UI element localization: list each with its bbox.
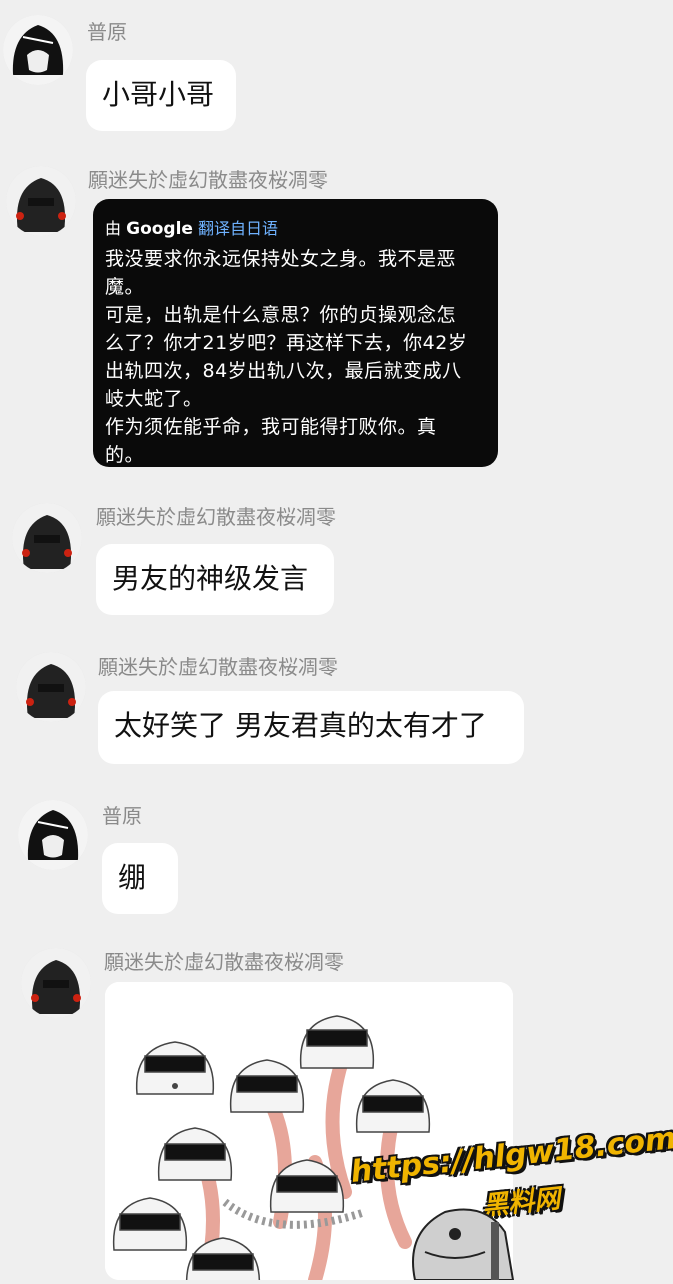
- message-bubble[interactable]: 小哥小哥: [86, 60, 236, 131]
- translation-line: 岐大蛇了。: [105, 388, 203, 410]
- message-bubble[interactable]: 绷: [102, 843, 178, 914]
- translation-text: 我没要求你永远保持处女之身。我不是恶 魔。 可是，出轨是什么意思？你的贞操观念怎…: [105, 245, 484, 469]
- translation-line: 出轨四次，84岁出轨八次，最后就变成八: [105, 360, 462, 382]
- translation-line: 作为须佐能乎命，我可能得打败你。真: [105, 416, 437, 438]
- message-bubble[interactable]: 男友的神级发言: [96, 544, 334, 615]
- translated-message-bubble[interactable]: 由 Google 翻译自日语 我没要求你永远保持处女之身。我不是恶 魔。 可是，…: [93, 199, 498, 467]
- translation-line: 我没要求你永远保持处女之身。我不是恶: [105, 248, 457, 270]
- avatar-pu-yuan[interactable]: [18, 800, 88, 870]
- avatar-sakura[interactable]: [6, 166, 76, 236]
- translation-line: 可是，出轨是什么意思？你的贞操观念怎: [105, 304, 457, 326]
- translation-by: 由: [105, 219, 122, 238]
- translation-header: 由 Google 翻译自日语: [105, 215, 484, 239]
- sender-name: 願迷失於虛幻散盡夜桜凋零: [96, 505, 336, 529]
- sender-name: 願迷失於虛幻散盡夜桜凋零: [88, 168, 328, 192]
- watermark-mascot-icon: [395, 1192, 515, 1281]
- avatar-sakura[interactable]: [21, 948, 91, 1018]
- sender-name: 願迷失於虛幻散盡夜桜凋零: [98, 655, 338, 679]
- sender-name: 普原: [102, 804, 142, 828]
- message-bubble[interactable]: 太好笑了 男友君真的太有才了: [98, 691, 524, 764]
- avatar-sakura[interactable]: [12, 503, 82, 573]
- sender-name: 普原: [87, 20, 127, 44]
- translation-line: 魔。: [105, 276, 145, 298]
- translation-line: 么了？你才21岁吧？再这样下去，你42岁: [105, 332, 468, 354]
- translation-line: 的。: [105, 444, 145, 466]
- google-logo: Google: [126, 219, 193, 239]
- avatar-pu-yuan[interactable]: [3, 15, 73, 85]
- avatar-sakura[interactable]: [16, 652, 86, 722]
- translation-language-link[interactable]: 翻译自日语: [198, 219, 278, 238]
- sender-name: 願迷失於虛幻散盡夜桜凋零: [104, 950, 344, 974]
